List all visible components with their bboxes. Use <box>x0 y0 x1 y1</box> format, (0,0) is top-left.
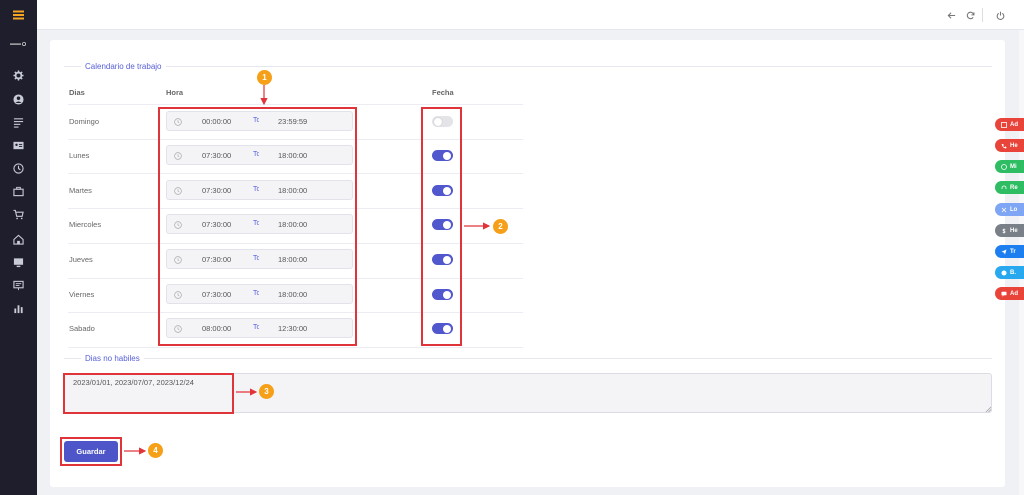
day-label: Jueves <box>69 255 93 264</box>
power-icon[interactable] <box>994 9 1006 21</box>
floating-tab-label: He <box>1010 142 1018 149</box>
house-icon[interactable] <box>12 233 25 246</box>
floating-tab-label: He <box>1010 227 1018 234</box>
phone-icon <box>1001 143 1007 149</box>
column-header-hour: Hora <box>166 88 184 97</box>
screen-icon[interactable] <box>12 279 25 292</box>
brand-logo-icon[interactable] <box>10 42 28 46</box>
row-divider <box>68 104 523 105</box>
floating-tab-chat[interactable]: Ad <box>995 287 1024 300</box>
row-divider <box>68 347 523 348</box>
day-label: Viernes <box>69 290 95 299</box>
floating-tab-phone[interactable]: He <box>995 139 1024 152</box>
annotation-badge-3: 3 <box>259 384 274 399</box>
floating-tab-dollar[interactable]: He <box>995 224 1024 237</box>
chat-icon <box>1001 291 1007 297</box>
floating-tab-label: Mi <box>1010 163 1017 170</box>
resize-grip-icon[interactable] <box>985 406 991 412</box>
id-card-icon[interactable] <box>12 139 25 152</box>
annotation-badge-1: 1 <box>257 70 272 85</box>
headset-icon <box>1001 185 1007 191</box>
user-circle-icon[interactable] <box>12 93 25 106</box>
hamburger-menu-icon[interactable] <box>0 0 37 30</box>
day-label: Martes <box>69 186 92 195</box>
floating-tab-close[interactable]: Lo <box>995 203 1024 216</box>
briefcase-icon[interactable] <box>12 185 25 198</box>
annotation-box-holidays <box>63 373 234 414</box>
column-header-date: Fecha <box>432 88 454 97</box>
floating-tab-headset[interactable]: Re <box>995 181 1024 194</box>
annotation-badge-2: 2 <box>493 219 508 234</box>
day-label: Domingo <box>69 117 100 126</box>
day-label: Lunes <box>69 151 90 160</box>
floating-tab-label: Lo <box>1010 206 1018 213</box>
whatsapp-icon <box>1001 163 1007 170</box>
edit-icon <box>1001 121 1007 128</box>
day-label: Miercoles <box>69 220 102 229</box>
annotation-box-time-ranges <box>158 107 357 346</box>
document-list-icon[interactable] <box>12 116 25 129</box>
bar-chart-icon[interactable] <box>12 302 25 315</box>
dollar-icon <box>1001 228 1007 234</box>
annotation-box-toggles <box>421 107 462 346</box>
gear-icon[interactable] <box>12 69 25 82</box>
top-header <box>37 0 1024 30</box>
refresh-icon[interactable] <box>964 9 976 21</box>
floating-tab-label: Re <box>1010 184 1018 191</box>
floating-tab-send[interactable]: Tr <box>995 245 1024 258</box>
back-arrow-icon[interactable] <box>945 9 957 21</box>
floating-tab-label: Ad <box>1010 290 1018 297</box>
floating-tab-whatsapp[interactable]: Mi <box>995 160 1024 173</box>
column-header-days: Dias <box>69 88 85 97</box>
globe-icon <box>1001 270 1007 276</box>
history-clock-icon[interactable] <box>12 162 25 175</box>
floating-tab-label: Tr <box>1010 248 1016 255</box>
floating-tab-label: B. <box>1010 269 1016 276</box>
monitor-icon[interactable] <box>12 256 25 269</box>
page-scrollbar[interactable] <box>1019 30 1024 495</box>
annotation-box-save <box>60 437 122 466</box>
header-separator <box>982 8 983 22</box>
floating-tab-label: Ad <box>1010 121 1018 128</box>
close-icon <box>1001 207 1007 213</box>
floating-tab-globe[interactable]: B. <box>995 266 1024 279</box>
annotation-badge-4: 4 <box>148 443 163 458</box>
holidays-legend-line <box>64 358 992 359</box>
floating-tab-edit[interactable]: Ad <box>995 118 1024 131</box>
send-icon <box>1001 249 1007 255</box>
cart-icon[interactable] <box>12 208 25 221</box>
calendar-legend-line <box>64 66 992 67</box>
holidays-legend: Dias no habiles <box>81 354 144 363</box>
day-label: Sabado <box>69 324 95 333</box>
calendar-legend: Calendario de trabajo <box>81 62 166 71</box>
sidebar <box>0 0 37 495</box>
